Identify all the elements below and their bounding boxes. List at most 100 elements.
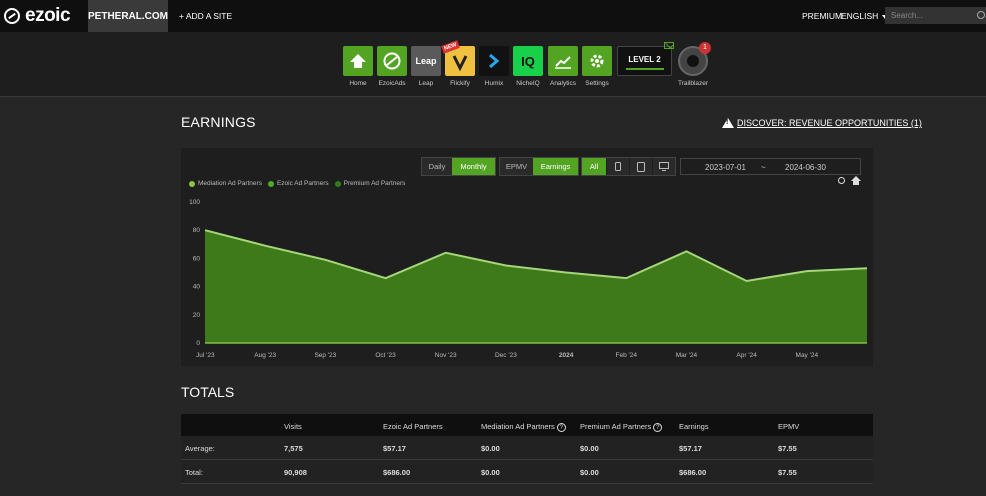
app-launcher-bar: Home EzoicAds Leap Leap NEW Flickify Hum… [0,32,986,97]
series-area-ezoic-ad-partners [205,230,867,343]
data-point[interactable] [444,251,448,255]
y-tick-label: 40 [193,284,201,291]
x-tick-label: Nov '23 [435,352,457,359]
mobile-icon [615,162,621,171]
column-header: Earnings [679,422,709,431]
y-tick-label: 60 [193,255,201,262]
data-point[interactable] [624,276,628,280]
home-icon [343,46,373,76]
data-point[interactable] [263,244,267,248]
desktop-device-button[interactable] [653,158,675,175]
ezoic-logo-icon [4,8,20,24]
reset-zoom-home-icon[interactable] [851,176,861,185]
language-dropdown[interactable]: ENGLISH [841,11,888,21]
y-tick-label: 20 [193,312,201,319]
data-point[interactable] [745,279,749,283]
all-devices-button[interactable]: All [582,158,606,175]
legend-dot [267,180,274,187]
x-tick-label: Jul '23 [196,352,215,359]
desktop-icon [659,162,669,171]
chart-legend: Mediation Ad Partners Ezoic Ad Partners Pr… [189,180,405,187]
totals-table-header: Visits Ezoic Ad Partners Mediation Ad Part… [181,414,873,436]
y-tick-label: 80 [193,227,201,234]
legend-dot [189,180,195,187]
app-ezoicads[interactable]: EzoicAds [377,46,407,87]
level-badge[interactable]: LEVEL 2 [617,46,672,76]
column-header: Mediation Ad Partners? [481,422,566,432]
level-progress-bar [626,68,664,70]
earnings-area-chart: 0 20 40 60 80 100 Jul '23 Aug '23 Sep '23 Oct '23… [189,199,869,359]
x-tick-label: May '24 [796,352,819,359]
mobile-device-button[interactable] [607,158,629,175]
data-point[interactable] [564,271,568,275]
daily-button[interactable]: Daily [422,158,452,175]
premium-link[interactable]: PREMIUM [802,11,842,21]
legend-item[interactable]: Ezoic Ad Partners [267,180,329,187]
app-humix[interactable]: Humix [479,46,509,87]
data-point[interactable] [684,249,688,253]
legend-label: Ezoic Ad Partners [276,180,329,187]
table-cell: 90,908 [284,468,307,477]
y-tick-label: 100 [189,199,200,206]
search-icon[interactable] [977,11,985,19]
add-site-link[interactable]: + ADD A SITE [179,11,232,21]
table-cell: $0.00 [481,468,500,477]
site-tab-petheral[interactable]: PETHERAL.COM [88,0,168,32]
analytics-icon [548,46,578,76]
data-point[interactable] [203,228,207,232]
data-point[interactable] [865,266,869,270]
data-point[interactable] [384,276,388,280]
epmv-button[interactable]: EPMV [500,158,533,175]
app-flickify[interactable]: NEW Flickify [441,40,475,87]
discover-revenue-link[interactable]: DISCOVER: REVENUE OPPORTUNITIES (1) [722,118,922,128]
ezoic-logo[interactable]: ezoic [4,5,71,26]
legend-item[interactable]: Mediation Ad Partners [189,180,262,187]
date-separator: ~ [761,163,766,172]
warning-icon [722,118,734,128]
trailblazer-notification-badge: 1 [699,42,711,54]
table-row: Average: 7,575 $57.17 $0.00 $0.00 $57.17 $7.55 [181,436,873,460]
app-nicheiq[interactable]: IQ NicheIQ [513,46,543,87]
table-cell: $0.00 [580,468,599,477]
table-cell: $0.00 [580,444,599,453]
leap-icon: Leap [411,46,441,76]
table-cell: 7,575 [284,444,303,453]
column-header: Visits [284,422,302,431]
data-point[interactable] [504,263,508,267]
earnings-button[interactable]: Earnings [533,158,578,175]
legend-item[interactable]: Premium Ad Partners [334,180,406,187]
tablet-icon [637,161,645,172]
data-point[interactable] [323,258,327,262]
earnings-title: EARNINGS [181,114,256,130]
date-range-picker[interactable]: 2023-07-01 ~ 2024-06-30 [680,158,861,175]
legend-dot [334,180,341,187]
app-settings[interactable]: Settings [582,46,612,87]
column-header: Premium Ad Partners? [580,422,663,432]
app-home[interactable]: Home [343,46,373,87]
data-point[interactable] [805,269,809,273]
table-cell: $57.17 [679,444,702,453]
monthly-button[interactable]: Monthly [452,158,495,175]
table-cell: $7.55 [778,468,797,477]
app-leap[interactable]: Leap Leap [411,46,441,87]
column-header: Ezoic Ad Partners [383,422,443,431]
nicheiq-icon: IQ [513,46,543,76]
ezoicads-icon [377,46,407,76]
table-cell: $686.00 [679,468,707,477]
app-analytics[interactable]: Analytics [548,46,578,87]
table-cell: $57.17 [383,444,406,453]
totals-table: Visits Ezoic Ad Partners Mediation Ad Part… [181,414,873,484]
x-tick-label: Sep '23 [314,352,336,359]
tablet-device-button[interactable] [630,158,652,175]
legend-label: Premium Ad Partners [343,180,406,187]
trailblazer-label: Trailblazer [677,80,709,87]
help-icon[interactable]: ? [556,422,566,432]
date-end: 2024-06-30 [785,163,826,172]
x-tick-label: Apr '24 [736,352,757,359]
zoom-icon[interactable] [838,177,845,184]
help-icon[interactable]: ? [653,422,663,432]
search-input[interactable] [885,7,986,24]
mail-icon[interactable] [664,42,674,49]
brand-name: ezoic [25,5,71,26]
y-tick-label: 0 [196,340,200,347]
